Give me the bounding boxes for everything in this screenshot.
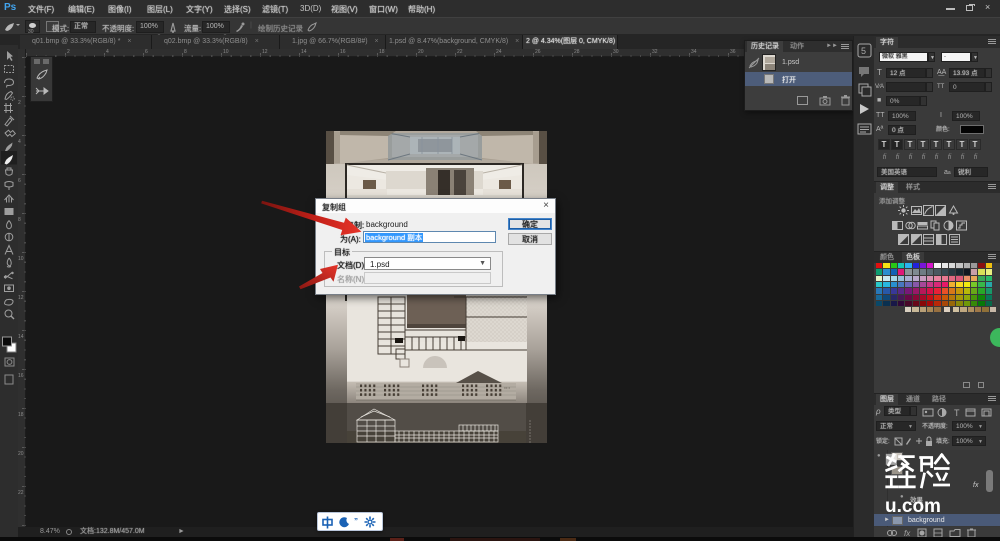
svg-text:T: T (954, 408, 960, 418)
svg-text:== =: == = (504, 386, 510, 390)
svg-text:5: 5 (861, 46, 866, 56)
